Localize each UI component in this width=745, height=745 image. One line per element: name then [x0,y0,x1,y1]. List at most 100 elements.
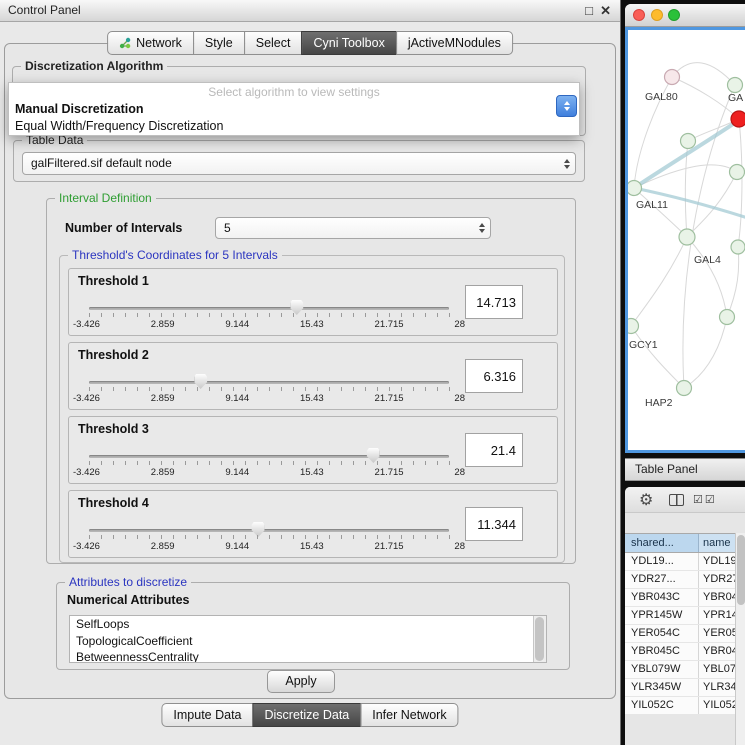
node-gal4[interactable] [679,229,695,245]
threshold-4-slider[interactable] [89,529,449,532]
tick-label: 15.43 [300,467,324,478]
threshold-2-slider[interactable] [89,381,449,384]
apply-button[interactable]: Apply [267,670,335,693]
tick-label: 28 [454,319,465,330]
list-scrollbar[interactable] [533,616,546,662]
node[interactable] [731,240,745,254]
number-of-intervals-combobox[interactable]: 5 [215,217,491,239]
cell[interactable]: YBR043C [699,589,735,606]
cell[interactable]: YER054C [625,625,699,642]
tab-label: Network [136,32,182,54]
cell[interactable]: YIL052C [625,697,699,714]
threshold-4-value-field[interactable]: 11.344 [465,507,523,541]
node[interactable] [681,134,696,149]
table-row[interactable]: YPR145W YPR145W [625,607,735,625]
table-panel-title: Table Panel [635,459,698,480]
tick-label: 28 [454,467,465,478]
threshold-1-value-field[interactable]: 14.713 [465,285,523,319]
algorithm-dropdown-popup: Select algorithm to view settings Manual… [8,82,580,136]
tick-label: 21.715 [375,393,404,404]
combobox-value: galFiltered.sif default node [31,153,555,174]
table-scrollbar[interactable] [735,533,745,745]
attributes-listbox[interactable]: SelfLoops TopologicalCoefficient Between… [69,615,547,663]
table-row[interactable]: YDR27... YDR27... [625,571,735,589]
table-data-combobox[interactable]: galFiltered.sif default node [22,152,576,175]
dropdown-option-equal-width-frequency[interactable]: Equal Width/Frequency Discretization [9,118,579,135]
close-icon[interactable]: ✕ [600,0,611,21]
columns-icon[interactable] [669,494,684,506]
network-canvas[interactable]: GAL80 GA GAL11 GAL4 GCY1 HAP2 [625,27,745,453]
threshold-2-value-field[interactable]: 6.316 [465,359,523,393]
tab-select[interactable]: Select [244,31,303,55]
minimize-button[interactable] [651,9,663,21]
list-item[interactable]: BetweennessCentrality [70,649,546,663]
table-row[interactable]: YIL052C YIL052C [625,697,735,715]
node-gal11[interactable] [628,181,642,196]
selected-red-node[interactable] [731,111,745,127]
cell[interactable]: YLR345W [699,679,735,696]
cell[interactable]: YIL052C [699,697,735,714]
table-row[interactable]: YBR045C YBR045C [625,643,735,661]
node[interactable] [730,165,745,180]
tab-cyni-toolbox[interactable]: Cyni Toolbox [301,31,396,55]
cell[interactable]: YBR045C [699,643,735,660]
list-item[interactable]: TopologicalCoefficient [70,633,546,650]
control-panel-window: Control Panel □ ✕ Network Style Se [0,0,621,745]
cell[interactable]: YPR145W [699,607,735,624]
list-item[interactable]: SelfLoops [70,616,546,633]
table-panel-window: ⚙ ☑☑ shared... name YDL19... YDL19... YD… [625,487,745,745]
combobox-value: 5 [224,218,470,238]
node[interactable] [720,310,735,325]
threshold-label: Threshold 1 [78,274,149,288]
tab-style[interactable]: Style [193,31,245,55]
tab-impute-data[interactable]: Impute Data [161,703,253,727]
cell[interactable]: YDL19... [699,553,735,570]
table-panel-header[interactable]: Table Panel [625,458,745,481]
node[interactable] [728,78,743,93]
scrollbar-thumb[interactable] [535,617,544,661]
cell[interactable]: YDR27... [625,571,699,588]
select-columns-icons[interactable]: ☑☑ [693,493,717,506]
table-row[interactable]: YLR345W YLR345W [625,679,735,697]
threshold-4-panel: Threshold 4 -3.426 2.859 9.144 15.43 21.… [68,490,558,558]
desktop: Control Panel □ ✕ Network Style Se [0,0,745,745]
tab-discretize-data[interactable]: Discretize Data [253,703,362,727]
slider-scale: -3.426 2.859 9.144 15.43 21.715 28 [73,393,465,404]
scrollbar-thumb[interactable] [737,535,745,605]
tab-label: Cyni Toolbox [313,32,384,54]
dropdown-option-manual-discretization[interactable]: Manual Discretization [9,101,579,118]
tick-label: 9.144 [225,467,249,478]
float-window-icon[interactable]: □ [585,0,593,21]
cell[interactable]: YDL19... [625,553,699,570]
network-window-titlebar[interactable] [625,4,745,27]
threshold-3-value-field[interactable]: 21.4 [465,433,523,467]
tab-jactivemnodules[interactable]: jActiveMNodules [396,31,513,55]
tab-network[interactable]: Network [107,31,194,55]
gear-icon[interactable]: ⚙ [639,490,653,510]
table-row[interactable]: YBL079W YBL079W [625,661,735,679]
cell[interactable]: YDR27... [699,571,735,588]
tab-label: Infer Network [372,704,446,726]
threshold-3-slider[interactable] [89,455,449,458]
close-button[interactable] [633,9,645,21]
cell[interactable]: YER054C [699,625,735,642]
column-header-shared-name[interactable]: shared... [625,534,699,552]
cell[interactable]: YLR345W [625,679,699,696]
cell[interactable]: YBR045C [625,643,699,660]
cell[interactable]: YBR043C [625,589,699,606]
tab-infer-network[interactable]: Infer Network [360,703,458,727]
zoom-button[interactable] [668,9,680,21]
cell[interactable]: YBL079W [625,661,699,678]
threshold-1-slider[interactable] [89,307,449,310]
algorithm-combobox-stepper[interactable] [556,95,577,117]
node-gal80[interactable] [665,70,680,85]
table-row[interactable]: YER054C YER054C [625,625,735,643]
node-hap2[interactable] [677,381,692,396]
table-row[interactable]: YBR043C YBR043C [625,589,735,607]
node-gcy1[interactable] [628,319,639,334]
table-row[interactable]: YDL19... YDL19... [625,553,735,571]
cell[interactable]: YBL079W [699,661,735,678]
cell[interactable]: YPR145W [625,607,699,624]
threshold-3-panel: Threshold 3 -3.426 2.859 9.144 15.43 21.… [68,416,558,484]
control-panel-titlebar[interactable]: Control Panel □ ✕ [0,0,620,22]
